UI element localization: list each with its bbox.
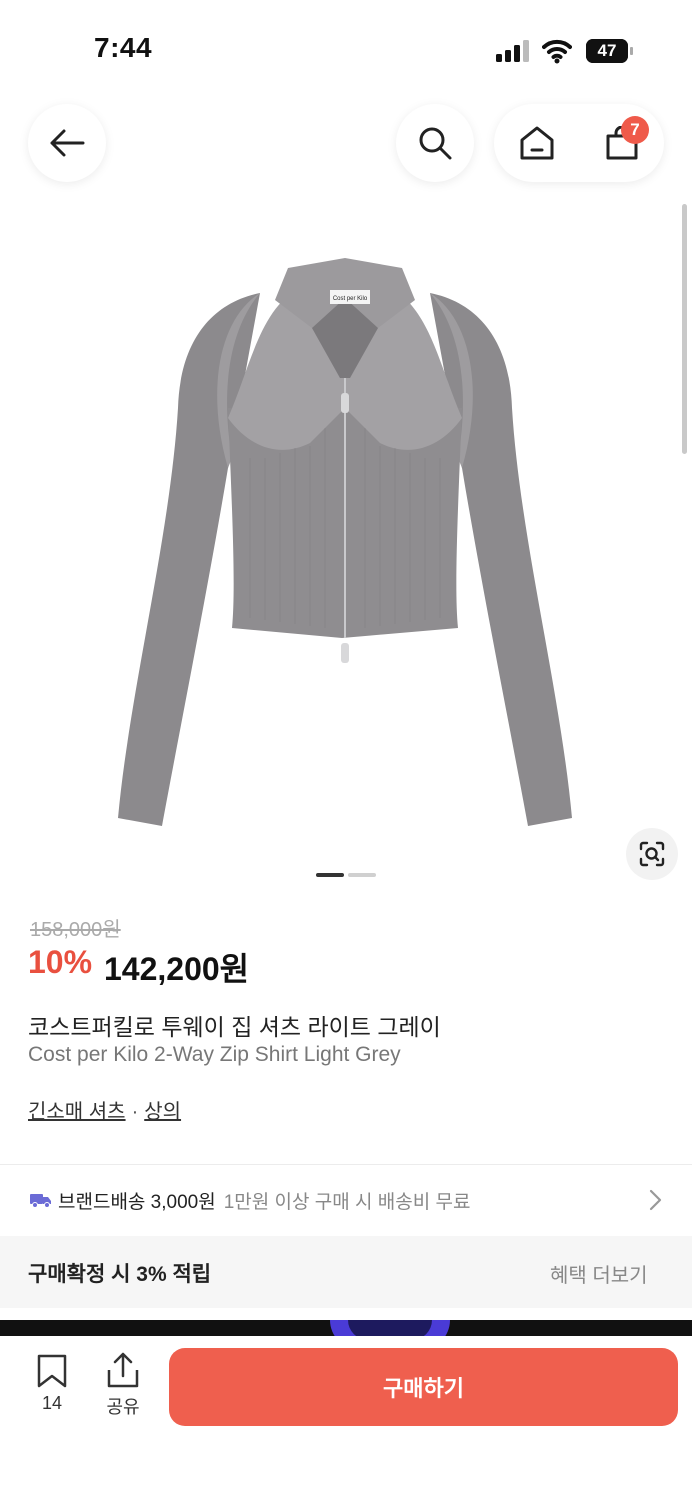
share-label: 공유 [106, 1397, 140, 1417]
bookmark-count: 14 [41, 1393, 63, 1413]
category-separator: · [131, 1101, 139, 1123]
category-breadcrumb: 긴소매 셔츠 · 상의 [28, 1095, 181, 1124]
battery-indicator: 47 [586, 39, 634, 63]
back-button[interactable] [28, 104, 106, 182]
benefit-text: 구매확정 시 3% 적립 [28, 1263, 212, 1286]
category-link[interactable]: 긴소매 셔츠 [28, 1101, 126, 1123]
shipping-note: 1만원 이상 구매 시 배송비 무료 [223, 1191, 471, 1213]
scrollbar[interactable] [682, 204, 687, 454]
buy-button[interactable]: 구매하기 [169, 1348, 678, 1426]
parent-category-link[interactable]: 상의 [144, 1101, 181, 1123]
bookmark-icon[interactable] [36, 1354, 68, 1388]
delivery-truck-icon [30, 1194, 51, 1208]
product-image[interactable]: Cost per Kilo [110, 258, 580, 833]
cellular-signal-icon [496, 40, 529, 62]
product-name-ko: 코스트퍼킬로 투웨이 집 셔츠 라이트 그레이 [28, 1014, 441, 1040]
benefit-more-link[interactable]: 혜택 더보기 [550, 1259, 648, 1288]
status-time: 7:44 [94, 32, 153, 63]
original-price: 158,000원 [30, 919, 121, 941]
arrow-left-icon [50, 129, 85, 157]
shipping-info-row[interactable]: 브랜드배송 3,000원 1만원 이상 구매 시 배송비 무료 [0, 1165, 692, 1235]
home-icon [520, 126, 553, 160]
battery-level: 47 [597, 41, 617, 60]
camera-search-icon [639, 841, 665, 867]
cart-button[interactable]: 7 [579, 104, 664, 182]
home-button[interactable] [494, 104, 579, 182]
nav-pill: 7 [494, 104, 664, 182]
carousel-dot-active[interactable] [316, 873, 344, 877]
product-name-en: Cost per Kilo 2-Way Zip Shirt Light Grey [28, 1043, 401, 1066]
wifi-icon [542, 39, 572, 64]
search-icon [419, 127, 452, 160]
carousel-dot[interactable] [348, 873, 376, 877]
search-button[interactable] [396, 104, 474, 182]
chevron-right-icon[interactable] [648, 1189, 662, 1211]
jacket-label: Cost per Kilo [333, 296, 368, 302]
sale-price: 142,200원 [104, 951, 250, 987]
discount-rate: 10% [28, 944, 93, 980]
image-search-button[interactable] [626, 828, 678, 880]
cart-count-badge: 7 [621, 116, 649, 144]
share-icon[interactable] [106, 1352, 140, 1388]
shipping-label: 브랜드배송 3,000원 [58, 1191, 216, 1213]
